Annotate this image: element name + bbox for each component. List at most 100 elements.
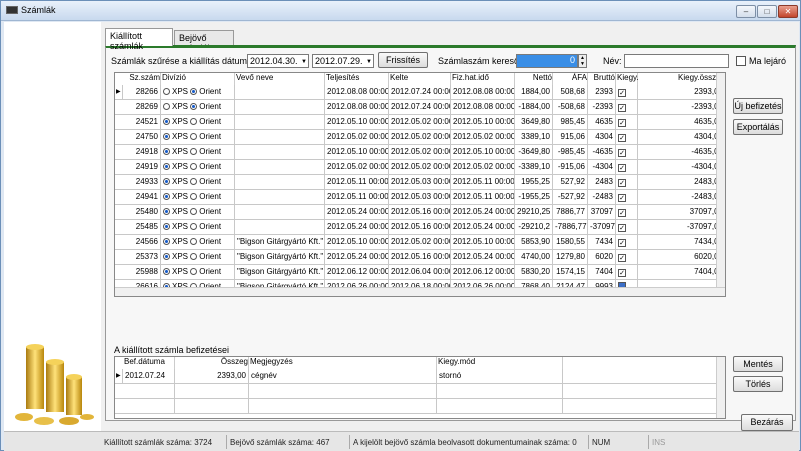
kel-cell[interactable]: 2012.05.02 00:00 [389, 160, 451, 175]
fiz-cell[interactable]: 2012.05.02 00:00 [451, 160, 515, 175]
delete-button[interactable]: Törlés [733, 376, 783, 392]
ossz-cell[interactable]: 7404,00 [638, 265, 725, 280]
settled-cell[interactable]: ✓ [616, 145, 638, 160]
ossz-cell[interactable]: -4635,00 [638, 145, 725, 160]
date-from-dropdown[interactable]: 2012.04.30. ▼ [247, 54, 309, 68]
tel-cell[interactable]: 2012.05.11 00:00 [325, 175, 389, 190]
payment-date-cell[interactable]: 2012.07.24 [123, 369, 175, 384]
brut-cell[interactable]: 4635 [588, 115, 616, 130]
net-cell[interactable]: 1955,25 [515, 175, 553, 190]
xps-radio[interactable] [163, 133, 170, 140]
settled-checkbox[interactable]: ✓ [618, 149, 626, 157]
tel-cell[interactable]: 2012.05.10 00:00 [325, 235, 389, 250]
column-header[interactable]: Teljesítés [325, 73, 389, 85]
tel-cell[interactable]: 2012.08.08 00:00 [325, 85, 389, 100]
table-row[interactable]: 25988 XPS Orient "Bigson Gitárgyártó Kft."… [115, 265, 723, 280]
division-cell[interactable]: XPS Orient [161, 205, 235, 220]
num-cell[interactable]: 24933 [123, 175, 161, 190]
table-row[interactable]: 25373 XPS Orient "Bigson Gitárgyártó Kft."… [115, 250, 723, 265]
brut-cell[interactable]: 37097 [588, 205, 616, 220]
table-row[interactable]: 24566 XPS Orient "Bigson Gitárgyártó Kft."… [115, 235, 723, 250]
close-window-button[interactable]: ✕ [778, 5, 798, 18]
table-row[interactable]: 25480 XPS Orient 2012.05.24 00:00 2012.05.1… [115, 205, 723, 220]
column-header[interactable]: Összeg [175, 357, 249, 369]
name-input[interactable] [624, 54, 729, 68]
xps-radio[interactable] [163, 268, 170, 275]
kel-cell[interactable]: 2012.05.02 00:00 [389, 115, 451, 130]
kel-cell[interactable]: 2012.07.24 00:00 [389, 85, 451, 100]
column-header[interactable]: Divízió [161, 73, 235, 85]
settled-cell[interactable]: ✓ [616, 160, 638, 175]
tel-cell[interactable]: 2012.05.24 00:00 [325, 220, 389, 235]
name-cell[interactable] [235, 175, 325, 190]
invoice-search-input[interactable]: 0 [516, 54, 578, 68]
division-cell[interactable]: XPS Orient [161, 190, 235, 205]
column-header[interactable]: ÁFA [553, 73, 588, 85]
brut-cell[interactable]: -2393 [588, 100, 616, 115]
brut-cell[interactable]: 6020 [588, 250, 616, 265]
column-header[interactable]: Kiegy.összeg [638, 73, 725, 85]
payment-mode-cell[interactable] [437, 399, 563, 414]
column-header[interactable]: Kiegy.mód [437, 357, 563, 369]
num-cell[interactable]: 28269 [123, 100, 161, 115]
division-cell[interactable]: XPS Orient [161, 100, 235, 115]
num-cell[interactable]: 25988 [123, 265, 161, 280]
ossz-cell[interactable]: 4304,00 [638, 130, 725, 145]
tel-cell[interactable]: 2012.05.02 00:00 [325, 160, 389, 175]
afa-cell[interactable]: 985,45 [553, 115, 588, 130]
net-cell[interactable]: 1884,00 [515, 85, 553, 100]
invoice-search-spinner[interactable]: ▲ ▼ [578, 54, 587, 68]
num-cell[interactable]: 25485 [123, 220, 161, 235]
division-cell[interactable]: XPS Orient [161, 160, 235, 175]
fiz-cell[interactable]: 2012.05.10 00:00 [451, 145, 515, 160]
afa-cell[interactable]: 508,68 [553, 85, 588, 100]
net-cell[interactable]: 5853,90 [515, 235, 553, 250]
tel-cell[interactable]: 2012.08.08 00:00 [325, 100, 389, 115]
settled-checkbox[interactable]: ✓ [618, 164, 626, 172]
name-cell[interactable] [235, 205, 325, 220]
name-cell[interactable] [235, 145, 325, 160]
fiz-cell[interactable]: 2012.08.08 00:00 [451, 85, 515, 100]
settled-cell[interactable]: ✓ [616, 175, 638, 190]
division-cell[interactable]: XPS Orient [161, 235, 235, 250]
fiz-cell[interactable]: 2012.08.08 00:00 [451, 100, 515, 115]
settled-checkbox[interactable]: ✓ [618, 119, 626, 127]
close-button[interactable]: Bezárás [741, 414, 793, 431]
tab-incoming-invoices[interactable]: Bejövő számlák [174, 30, 234, 53]
num-cell[interactable]: 25373 [123, 250, 161, 265]
xps-radio[interactable] [163, 178, 170, 185]
tel-cell[interactable]: 2012.05.11 00:00 [325, 190, 389, 205]
orient-radio[interactable] [190, 133, 198, 140]
name-cell[interactable] [235, 100, 325, 115]
net-cell[interactable]: 3389,10 [515, 130, 553, 145]
settled-checkbox[interactable]: ✓ [618, 179, 626, 187]
maximize-button[interactable]: □ [757, 5, 777, 18]
num-cell[interactable]: 24521 [123, 115, 161, 130]
ossz-cell[interactable]: 7434,00 [638, 235, 725, 250]
net-cell[interactable]: -29210,2 [515, 220, 553, 235]
kel-cell[interactable]: 2012.05.16 00:00 [389, 250, 451, 265]
brut-cell[interactable]: 7434 [588, 235, 616, 250]
brut-cell[interactable]: 7404 [588, 265, 616, 280]
xps-radio[interactable] [163, 208, 170, 215]
xps-radio[interactable] [163, 148, 170, 155]
column-header[interactable]: Bef.dátuma [123, 357, 175, 369]
xps-radio[interactable] [163, 103, 170, 110]
orient-radio[interactable] [190, 103, 198, 110]
payment-mode-cell[interactable] [437, 384, 563, 399]
settled-cell[interactable]: ✓ [616, 220, 638, 235]
tab-issued-invoices[interactable]: Kiállított számlák [105, 28, 173, 51]
payment-date-cell[interactable] [123, 399, 175, 414]
ossz-cell[interactable]: 37097,00 [638, 205, 725, 220]
division-cell[interactable]: XPS Orient [161, 265, 235, 280]
fiz-cell[interactable]: 2012.05.24 00:00 [451, 220, 515, 235]
refresh-button[interactable]: Frissítés [378, 52, 428, 68]
table-row[interactable]: 24918 XPS Orient 2012.05.10 00:00 2012.05.0… [115, 145, 723, 160]
payment-mode-cell[interactable]: stornó [437, 369, 563, 384]
settled-cell[interactable]: ✓ [616, 235, 638, 250]
net-cell[interactable]: -1884,00 [515, 100, 553, 115]
num-cell[interactable]: 24750 [123, 130, 161, 145]
tel-cell[interactable]: 2012.05.10 00:00 [325, 145, 389, 160]
invoices-vertical-scrollbar[interactable] [716, 73, 725, 288]
column-header[interactable]: Bruttó [588, 73, 616, 85]
